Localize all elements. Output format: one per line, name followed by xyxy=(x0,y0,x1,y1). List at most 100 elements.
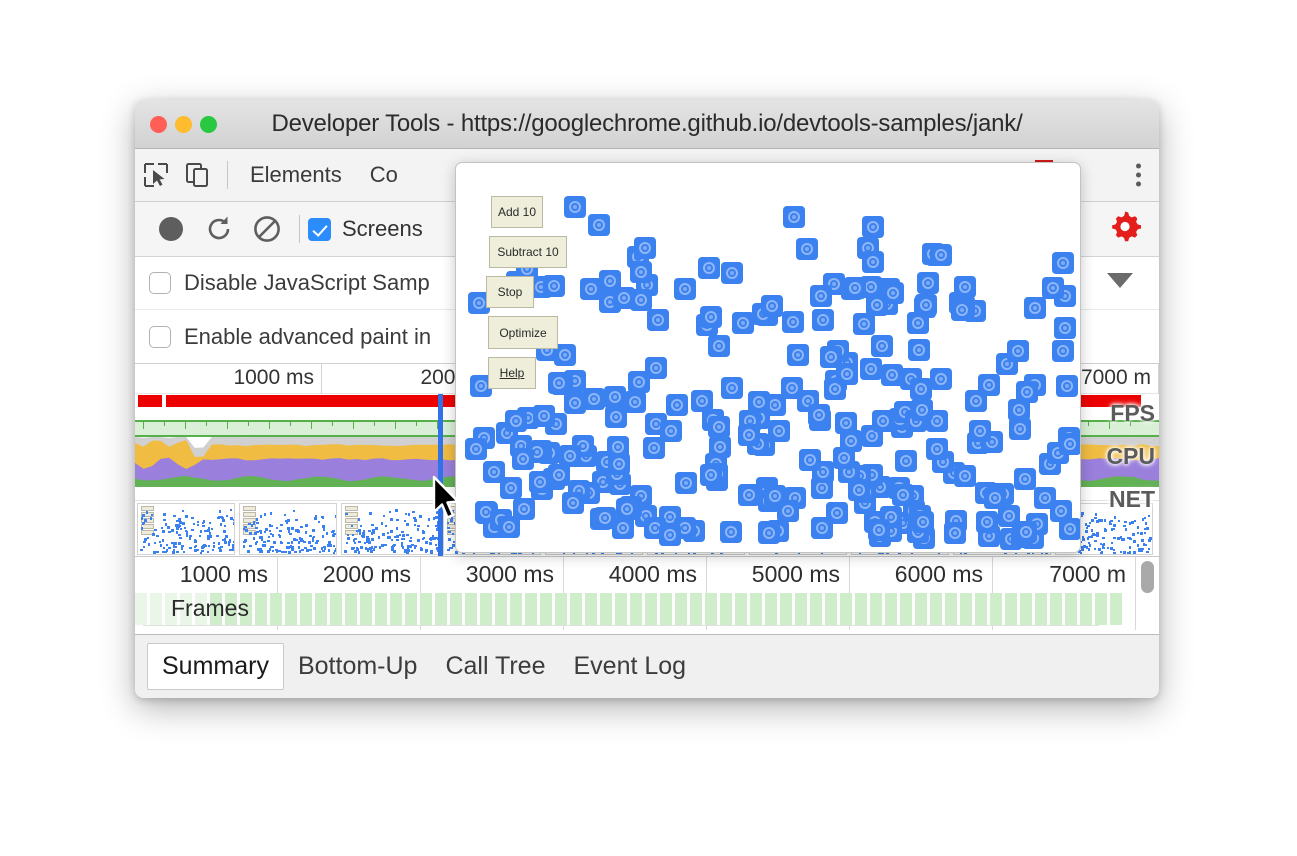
frame-bar[interactable] xyxy=(150,593,162,625)
jank-button-help[interactable]: Help xyxy=(488,357,536,389)
frame-bar[interactable] xyxy=(435,593,447,625)
frame-bar[interactable] xyxy=(375,593,387,625)
frame-bar[interactable] xyxy=(870,593,882,625)
jank-button-subtract-10[interactable]: Subtract 10 xyxy=(489,236,567,268)
frame-bar[interactable] xyxy=(585,593,597,625)
frame-bar[interactable] xyxy=(735,593,747,625)
filmstrip-thumbnail[interactable] xyxy=(239,503,337,555)
frame-bar[interactable] xyxy=(270,593,282,625)
frame-notch xyxy=(227,422,228,429)
frame-bar[interactable] xyxy=(675,593,687,625)
frame-bar[interactable] xyxy=(990,593,1002,625)
device-toolbar-icon[interactable] xyxy=(177,155,219,195)
kebab-menu-icon[interactable] xyxy=(1136,164,1141,187)
frame-bar[interactable] xyxy=(510,593,522,625)
frame-bar[interactable] xyxy=(1065,593,1077,625)
frame-bar[interactable] xyxy=(780,593,792,625)
frame-bar[interactable] xyxy=(690,593,702,625)
thumbnail-dot xyxy=(270,533,273,536)
frame-bar[interactable] xyxy=(1095,593,1107,625)
frame-bar[interactable] xyxy=(570,593,582,625)
frame-bar[interactable] xyxy=(450,593,462,625)
thumbnail-dot xyxy=(369,547,372,550)
jank-button-stop[interactable]: Stop xyxy=(486,276,534,308)
frame-bar[interactable] xyxy=(900,593,912,625)
frame-bar[interactable] xyxy=(405,593,417,625)
frame-bar[interactable] xyxy=(960,593,972,625)
frame-bar[interactable] xyxy=(975,593,987,625)
frame-bar[interactable] xyxy=(840,593,852,625)
timeline-scrollbar-thumb[interactable] xyxy=(1141,561,1154,593)
frame-bar[interactable] xyxy=(1035,593,1047,625)
frame-bar[interactable] xyxy=(915,593,927,625)
record-circle-icon[interactable] xyxy=(147,207,195,251)
frame-bar[interactable] xyxy=(300,593,312,625)
tab-summary[interactable]: Summary xyxy=(147,643,284,690)
thumbnail-dot xyxy=(312,540,315,543)
frame-bar[interactable] xyxy=(705,593,717,625)
zoom-window-button[interactable] xyxy=(200,116,217,133)
frame-bar[interactable] xyxy=(600,593,612,625)
frame-bar[interactable] xyxy=(255,593,267,625)
frame-bar[interactable] xyxy=(885,593,897,625)
frame-bar[interactable] xyxy=(390,593,402,625)
frame-bar[interactable] xyxy=(480,593,492,625)
frame-bar[interactable] xyxy=(750,593,762,625)
frame-bar[interactable] xyxy=(315,593,327,625)
frame-bar[interactable] xyxy=(345,593,357,625)
frame-bar[interactable] xyxy=(420,593,432,625)
chevron-down-icon[interactable] xyxy=(1107,273,1133,288)
advanced-paint-checkbox[interactable] xyxy=(149,326,171,348)
thumbnail-dot xyxy=(1100,552,1103,555)
frame-bar[interactable] xyxy=(285,593,297,625)
frame-bar[interactable] xyxy=(720,593,732,625)
jank-demo-popup-window[interactable]: Add 10 Subtract 10 Stop Optimize Help xyxy=(455,162,1081,553)
tab-elements[interactable]: Elements xyxy=(236,162,356,188)
frame-bar[interactable] xyxy=(1110,593,1122,625)
thumbnail-dot xyxy=(166,544,169,547)
frame-bar[interactable] xyxy=(810,593,822,625)
tab-bottom-up[interactable]: Bottom-Up xyxy=(284,644,431,689)
tab-call-tree[interactable]: Call Tree xyxy=(431,644,559,689)
jank-button-add-10[interactable]: Add 10 xyxy=(491,196,543,228)
filmstrip-thumbnail[interactable] xyxy=(137,503,235,555)
frame-bar[interactable] xyxy=(135,593,147,625)
screenshots-checkbox[interactable] xyxy=(308,218,331,241)
frame-bar[interactable] xyxy=(1005,593,1017,625)
main-timeline-ruler: 1000 ms2000 ms3000 ms4000 ms5000 ms6000 … xyxy=(135,557,1159,593)
timeline-main-pane[interactable]: 1000 ms2000 ms3000 ms4000 ms5000 ms6000 … xyxy=(135,557,1159,630)
frame-bar[interactable] xyxy=(825,593,837,625)
tab-event-log[interactable]: Event Log xyxy=(560,644,701,689)
frame-bar[interactable] xyxy=(555,593,567,625)
frame-bar[interactable] xyxy=(525,593,537,625)
close-window-button[interactable] xyxy=(150,116,167,133)
frame-bar[interactable] xyxy=(360,593,372,625)
frame-bar[interactable] xyxy=(465,593,477,625)
frame-bar[interactable] xyxy=(630,593,642,625)
disable-js-sampling-checkbox[interactable] xyxy=(149,272,171,294)
frame-bar[interactable] xyxy=(795,593,807,625)
frame-bar[interactable] xyxy=(540,593,552,625)
jank-button-optimize[interactable]: Optimize xyxy=(488,316,558,349)
frame-bar[interactable] xyxy=(660,593,672,625)
frame-bar[interactable] xyxy=(645,593,657,625)
frame-bar[interactable] xyxy=(1050,593,1062,625)
filmstrip-thumbnail[interactable] xyxy=(341,503,439,555)
frame-bar[interactable] xyxy=(495,593,507,625)
frame-bar[interactable] xyxy=(855,593,867,625)
inspect-element-icon[interactable] xyxy=(135,155,177,195)
thumbnail-dot xyxy=(272,534,275,537)
frame-bar[interactable] xyxy=(330,593,342,625)
reload-icon[interactable] xyxy=(195,207,243,251)
tab-console[interactable]: Co xyxy=(356,162,412,188)
frame-bar[interactable] xyxy=(765,593,777,625)
clear-icon[interactable] xyxy=(243,207,291,251)
gear-icon[interactable] xyxy=(1108,210,1142,249)
minimize-window-button[interactable] xyxy=(175,116,192,133)
frame-bar[interactable] xyxy=(1020,593,1032,625)
screenshots-checkbox-row[interactable]: Screens xyxy=(308,216,423,242)
frame-bar[interactable] xyxy=(1080,593,1092,625)
frame-bar[interactable] xyxy=(615,593,627,625)
frame-bar[interactable] xyxy=(945,593,957,625)
frame-bar[interactable] xyxy=(930,593,942,625)
